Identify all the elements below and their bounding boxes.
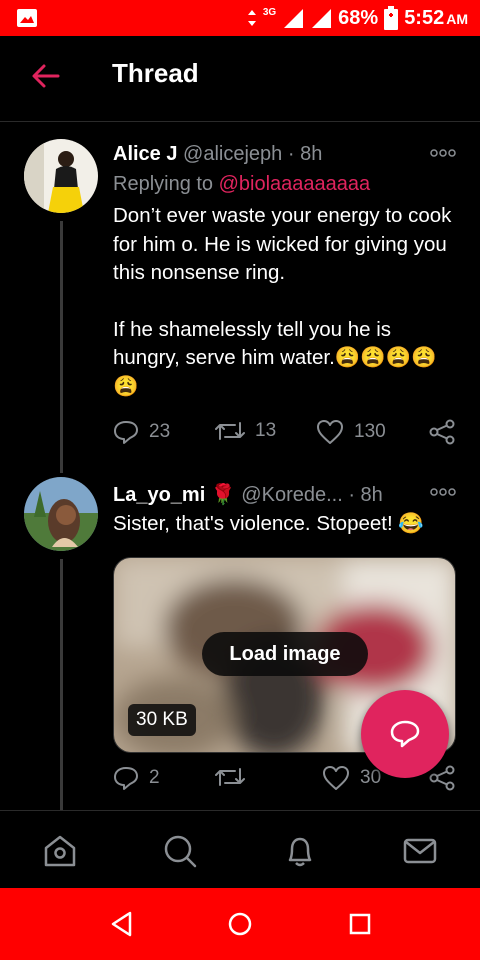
recents-square-icon[interactable]: [346, 910, 374, 938]
reply-count: 2: [149, 767, 160, 788]
rose-emoji: 🌹: [210, 484, 236, 506]
tweet-header: Alice J @alicejeph · 8h: [113, 143, 322, 166]
thread-line: [60, 221, 63, 473]
signal-icon-2: [312, 9, 332, 28]
more-dots-icon[interactable]: [430, 487, 456, 497]
page-title: Thread: [112, 58, 199, 88]
display-name[interactable]: Alice J: [113, 143, 177, 165]
mail-icon[interactable]: [402, 833, 438, 869]
tweet-paragraph: Don’t ever waste your energy to cook for…: [113, 204, 452, 284]
display-name[interactable]: La_yo_mi: [113, 484, 205, 506]
user-handle[interactable]: @Korede...: [241, 484, 342, 506]
tweet-paragraph: If he shamelessly tell you he is hungry,…: [113, 317, 437, 398]
retweet-count: 13: [255, 420, 277, 441]
signal-icon: [284, 9, 304, 28]
bottom-nav: [0, 810, 480, 888]
avatar[interactable]: [24, 477, 98, 551]
share-icon: [429, 765, 455, 791]
user-handle[interactable]: @alicejeph: [183, 143, 282, 165]
tweet-header: La_yo_mi 🌹 @Korede... · 8h: [113, 482, 383, 507]
load-image-button[interactable]: Load image: [202, 632, 368, 676]
status-bar: 3G 68% 5:52 AM: [0, 0, 480, 36]
system-navigation-bar: [0, 888, 480, 960]
reply-button[interactable]: 2: [113, 765, 160, 791]
replying-to: Replying to @biolaaaaaaaaa: [113, 173, 371, 195]
compose-reply-icon: [390, 720, 420, 748]
home-icon[interactable]: [42, 833, 78, 869]
share-button[interactable]: [428, 419, 456, 445]
thread-line: [60, 559, 63, 810]
share-button[interactable]: [428, 765, 456, 791]
top-app-bar: Thread: [0, 36, 480, 122]
gallery-icon: [17, 9, 37, 27]
retweet-button[interactable]: [215, 765, 255, 789]
comment-icon: [114, 421, 138, 444]
network-type: 3G: [262, 6, 277, 18]
retweet-button[interactable]: 13: [215, 419, 276, 443]
tweet-time: · 8h: [287, 143, 323, 165]
back-triangle-icon[interactable]: [108, 910, 136, 938]
more-dots-icon[interactable]: [430, 148, 456, 158]
reply-button[interactable]: 23: [113, 419, 170, 445]
arrow-left-icon[interactable]: [30, 62, 62, 90]
mention-link[interactable]: @biolaaaaaaaaa: [219, 173, 371, 195]
share-icon: [429, 419, 455, 445]
avatar[interactable]: [24, 139, 98, 213]
tweet-text: Sister, that's violence. Stopeet! 😂: [113, 512, 424, 535]
heart-icon: [317, 420, 343, 444]
data-arrows-icon: [247, 10, 256, 26]
tweet-time: · 8h: [348, 484, 383, 506]
battery-percent: 68%: [338, 6, 379, 29]
battery-charging-icon: [384, 6, 399, 30]
like-button[interactable]: 30: [322, 765, 381, 791]
home-circle-icon[interactable]: [226, 910, 254, 938]
tweet-text: Don’t ever waste your energy to cook for…: [113, 202, 453, 429]
heart-icon: [323, 766, 349, 790]
tweet-actions: 23 13 130: [113, 419, 458, 449]
compose-reply-button[interactable]: [361, 690, 449, 778]
tweet-alice[interactable]: Alice J @alicejeph · 8h Replying to @bio…: [0, 123, 480, 473]
reply-count: 23: [149, 421, 171, 442]
search-icon[interactable]: [162, 833, 198, 869]
like-button[interactable]: 130: [316, 419, 386, 445]
clock: 5:52 AM: [404, 6, 468, 29]
comment-icon: [114, 767, 138, 790]
like-count: 130: [354, 421, 386, 442]
media-size-badge: 30 KB: [128, 704, 196, 736]
retweet-icon: [215, 768, 245, 786]
retweet-icon: [215, 422, 245, 440]
like-count: 30: [360, 767, 382, 788]
bell-icon[interactable]: [282, 833, 318, 869]
